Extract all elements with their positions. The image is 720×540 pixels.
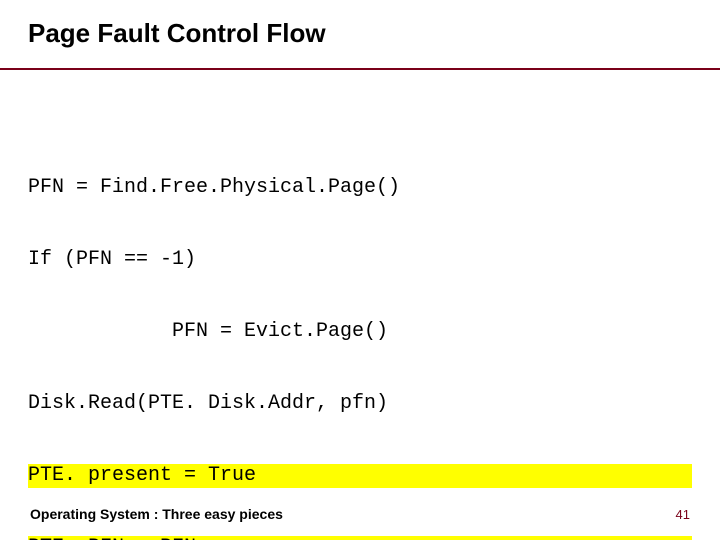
page-number: 41 [676,507,690,522]
code-line-6-highlight: PTE. PFN = PFN [28,536,692,540]
code-block: PFN = Find.Free.Physical.Page() If (PFN … [28,128,692,540]
slide-title: Page Fault Control Flow [28,18,326,49]
code-line-2: If (PFN == -1) [28,248,692,272]
divider-line [0,68,720,70]
footer-text: Operating System : Three easy pieces [30,506,283,522]
code-line-1: PFN = Find.Free.Physical.Page() [28,176,692,200]
code-line-5-highlight: PTE. present = True [28,464,692,488]
code-line-4: Disk.Read(PTE. Disk.Addr, pfn) [28,392,692,416]
code-line-3: PFN = Evict.Page() [28,320,692,344]
slide: Page Fault Control Flow PFN = Find.Free.… [0,0,720,540]
